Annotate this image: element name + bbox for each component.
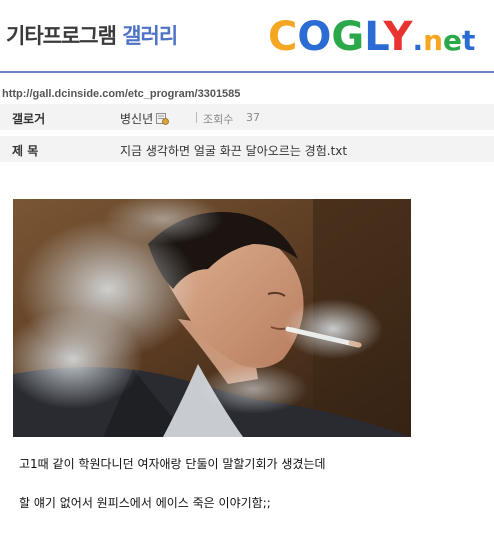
header-divider xyxy=(0,71,494,73)
header: 기타프로그램 갤러리 COGLY.net xyxy=(0,0,494,72)
gallery-name: 기타프로그램 xyxy=(6,24,117,48)
logo-letter: G xyxy=(331,14,364,58)
logo-letter: t xyxy=(462,24,475,57)
writer-label: 갤로거 xyxy=(12,112,46,126)
logo-letter: e xyxy=(443,24,462,57)
title-label: 제 목 xyxy=(12,144,39,158)
logo-letter: Y xyxy=(382,14,413,58)
post-page: 기타프로그램 갤러리 COGLY.net http://gall.dcinsid… xyxy=(0,0,494,555)
writer-row: 갤로거 병신년 조회수 37 xyxy=(0,104,494,130)
view-separator xyxy=(196,112,197,123)
logo-letter: C xyxy=(268,14,297,58)
view-count: 37 xyxy=(246,111,260,124)
post-title: 지금 생각하면 얼굴 화끈 달아오르는 경험.txt xyxy=(120,144,348,158)
logo-letter: . xyxy=(412,24,423,57)
writer-name[interactable]: 병신년 xyxy=(120,112,153,126)
view-count-label: 조회수 xyxy=(203,113,234,126)
post-url[interactable]: http://gall.dcinside.com/etc_program/330… xyxy=(2,88,240,100)
gallery-suffix: 갤러리 xyxy=(122,24,178,48)
title-row: 제 목 지금 생각하면 얼굴 화끈 달아오르는 경험.txt xyxy=(0,136,494,162)
logo-letter: n xyxy=(423,24,443,57)
cogly-logo[interactable]: COGLY.net xyxy=(268,10,490,58)
gallery-title[interactable]: 기타프로그램 갤러리 xyxy=(6,20,178,50)
gallog-icon[interactable] xyxy=(156,113,170,125)
content-line-1: 고1때 같이 학원다니던 여자애랑 단둘이 말할기회가 생겼는데 xyxy=(19,457,326,471)
writer-value: 병신년 xyxy=(120,110,170,127)
man-smoking-photo xyxy=(13,199,411,437)
content-line-2: 할 얘기 없어서 원피스에서 에이스 죽은 이야기함;; xyxy=(19,496,271,510)
svg-text:COGLY.net: COGLY.net xyxy=(268,14,475,58)
logo-letter: O xyxy=(297,14,331,58)
